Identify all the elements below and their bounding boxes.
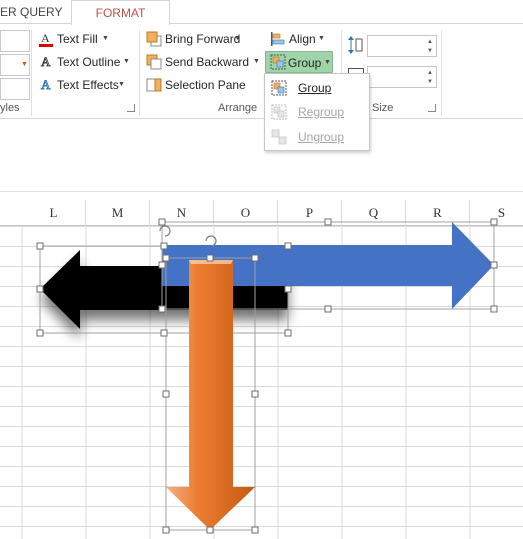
- menu-item-regroup[interactable]: Regroup: [265, 100, 369, 124]
- column-header-o[interactable]: O: [214, 200, 278, 226]
- column-header-l[interactable]: L: [22, 200, 86, 226]
- chevron-down-icon: ▼: [318, 35, 325, 42]
- group-icon: [270, 54, 286, 70]
- selection-pane-icon: [146, 78, 162, 92]
- svg-text:A: A: [41, 77, 51, 92]
- text-fill-icon: A: [39, 31, 53, 47]
- column-header-q[interactable]: Q: [342, 200, 406, 226]
- tab-power-query[interactable]: ER QUERY: [0, 0, 62, 24]
- size-dialog-launcher[interactable]: [428, 104, 436, 112]
- text-effects-icon: A: [41, 77, 52, 92]
- column-header-row: L M N O P Q R S: [0, 200, 523, 226]
- svg-text:A: A: [41, 54, 51, 69]
- group-button[interactable]: Group ▼: [265, 51, 333, 73]
- shape-styles-group-label: yles: [0, 102, 20, 114]
- column-header-r[interactable]: R: [406, 200, 470, 226]
- spin-down-icon[interactable]: ▼: [427, 48, 433, 54]
- chevron-down-icon: ▼: [102, 35, 109, 42]
- tab-format[interactable]: FORMAT: [71, 0, 170, 25]
- wordart-dialog-launcher[interactable]: [127, 104, 135, 112]
- regroup-icon: [271, 104, 287, 120]
- shape-width-input[interactable]: ▲ ▼: [367, 66, 437, 88]
- text-outline-icon: A: [41, 54, 52, 69]
- chevron-down-icon: ▼: [324, 59, 331, 66]
- spin-up-icon[interactable]: ▲: [427, 70, 433, 76]
- column-header-s[interactable]: S: [470, 200, 523, 226]
- menu-item-group[interactable]: Group: [265, 76, 369, 100]
- size-group-label: Size: [372, 102, 394, 114]
- svg-text:A: A: [41, 31, 50, 45]
- group-separator: [31, 30, 32, 116]
- group-separator: [441, 30, 442, 116]
- chevron-down-icon: ▼: [118, 81, 125, 88]
- column-header-n[interactable]: N: [150, 200, 214, 226]
- align-icon: [271, 32, 285, 46]
- style-swatch[interactable]: ▼: [0, 54, 30, 76]
- column-header-m[interactable]: M: [86, 200, 150, 226]
- group-icon: [271, 80, 287, 96]
- group-separator: [139, 30, 140, 116]
- style-swatch[interactable]: [0, 78, 30, 100]
- menu-item-ungroup[interactable]: Ungroup: [265, 125, 369, 149]
- ungroup-icon: [271, 129, 287, 145]
- chevron-down-icon: ▼: [123, 58, 130, 65]
- spin-down-icon[interactable]: ▼: [427, 79, 433, 85]
- column-header-p[interactable]: P: [278, 200, 342, 226]
- ribbon: ▼ yles A Text Fill ▼ A Text Outline ▼ A …: [0, 24, 523, 119]
- group-dropdown-menu: Group Regroup Ungroup: [264, 73, 370, 151]
- arrange-group-label: Arrange: [218, 102, 258, 114]
- shape-height-input[interactable]: ▲ ▼: [367, 35, 437, 57]
- formula-bar-area: [0, 120, 523, 192]
- send-backward-icon: [146, 54, 162, 70]
- bring-forward-icon: [146, 31, 162, 47]
- chevron-down-icon: ▼: [234, 35, 241, 42]
- chevron-down-icon: ▼: [253, 58, 260, 65]
- ribbon-tab-strip: ER QUERY FORMAT: [0, 0, 523, 25]
- worksheet-grid[interactable]: [0, 226, 523, 539]
- height-icon: [347, 36, 363, 54]
- style-swatch[interactable]: [0, 30, 30, 52]
- spin-up-icon[interactable]: ▲: [427, 39, 433, 45]
